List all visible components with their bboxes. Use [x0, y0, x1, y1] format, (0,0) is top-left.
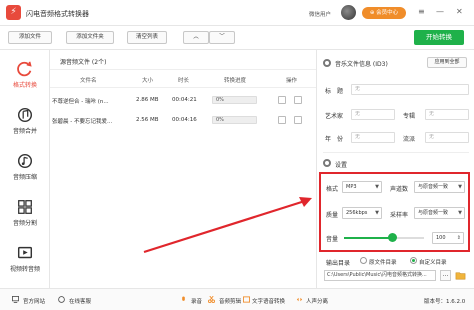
file-duration: 00:04:16 [172, 117, 197, 123]
title-field[interactable]: 无 [351, 84, 469, 95]
radio-custom-dir[interactable] [410, 257, 417, 264]
annotation-arrow-icon [143, 197, 312, 254]
file-size: 2.56 MB [136, 117, 159, 123]
settings-gear-icon [323, 59, 331, 67]
genre-label: 流派 [403, 136, 416, 143]
sidebar: 格式转换 音频合并 音频压缩 音频分割 视频转音频 [0, 50, 50, 288]
add-file-button[interactable]: 添加文件 [8, 31, 52, 44]
sidebar-item-format-convert[interactable]: 格式转换 [0, 54, 50, 98]
file-list-header: 源音频文件 (2个) [50, 50, 316, 70]
file-list-title: 源音频文件 (2个) [60, 59, 107, 66]
tts-icon [243, 296, 250, 303]
column-header: 操作 [286, 78, 298, 84]
apply-all-button[interactable]: 应用到全部 [427, 57, 467, 68]
source-dir-label: 原文件目录 [369, 260, 397, 266]
sidebar-item-label: 格式转换 [12, 82, 37, 89]
microphone-icon [182, 296, 185, 301]
vocal-separation-icon [296, 297, 303, 302]
play-icon[interactable] [278, 96, 286, 104]
settings-icon [323, 159, 331, 167]
artist-label: 艺术家 [325, 113, 344, 120]
column-header: 时长 [178, 78, 190, 84]
move-up-button[interactable]: ︿ [183, 31, 209, 44]
settings-title: 设置 [335, 162, 348, 169]
sidebar-item-label: 音频合并 [12, 128, 37, 135]
scissors-icon [208, 296, 215, 303]
sidebar-item-label: 音频分割 [12, 220, 37, 227]
table-row[interactable]: 不尊逆但合 - 瑞咔 (n... 2.86 MB 00:04:21 0% [50, 90, 316, 110]
column-header: 大小 [142, 78, 154, 84]
monitor-icon [12, 296, 19, 303]
video-icon [17, 246, 33, 259]
year-label: 年 份 [325, 136, 344, 143]
compress-icon [17, 153, 33, 169]
progress-bar: 0% [212, 116, 257, 124]
headset-icon [58, 296, 65, 303]
move-down-button[interactable]: ﹀ [209, 31, 235, 44]
start-convert-button[interactable]: 开始转换 [414, 30, 464, 45]
sidebar-item-label: 视频转音频 [9, 266, 40, 273]
merge-icon [17, 107, 33, 123]
custom-dir-label: 自定义目录 [419, 260, 447, 266]
folder-icon[interactable] [455, 270, 466, 281]
divider [323, 152, 469, 153]
menu-icon[interactable]: ≡ [418, 7, 425, 17]
audio-edit-link[interactable]: 音频剪辑 [219, 297, 241, 305]
column-header: 转换进度 [224, 78, 247, 84]
file-duration: 00:04:21 [172, 97, 197, 103]
refresh-icon [17, 61, 32, 77]
close-icon[interactable]: ✕ [456, 7, 463, 17]
record-link[interactable]: 录音 [191, 297, 202, 305]
file-name: 张碧晨 - 不要忘记我爱... [52, 119, 113, 125]
clear-list-button[interactable]: 清空列表 [127, 31, 167, 44]
file-name: 不尊逆但合 - 瑞咔 (n... [52, 99, 109, 105]
sidebar-item-label: 音频压缩 [12, 174, 37, 181]
table-row[interactable]: 张碧晨 - 不要忘记我爱... 2.56 MB 00:04:16 0% [50, 110, 316, 130]
vip-center-button[interactable]: ⊕ 会员中心 [362, 7, 406, 19]
year-field[interactable]: 无 [351, 132, 395, 143]
minimize-icon[interactable]: — [436, 7, 444, 17]
highlight-box [319, 172, 470, 252]
file-size: 2.86 MB [136, 97, 159, 103]
text-to-speech-link[interactable]: 文字语音转换 [252, 297, 285, 305]
output-path-field[interactable]: C:\Users\Public\Music\闪电音频格式转换... [324, 270, 436, 281]
status-bar: 官方网站 在线客服 录音 音频剪辑 文字语音转换 人声分离 版本号：1.6.2.… [0, 288, 474, 310]
sidebar-item-video-to-audio[interactable]: 视频转音频 [0, 238, 50, 282]
radio-source-dir[interactable] [360, 257, 367, 264]
official-site-link[interactable]: 官方网站 [23, 297, 45, 305]
wechat-user-label[interactable]: 微信用户 [309, 10, 331, 18]
sidebar-item-merge[interactable]: 音频合并 [0, 100, 50, 144]
title-bar: ⚡ 闪电音频格式转换器 微信用户 ⊕ 会员中心 ≡ — ✕ [0, 0, 474, 26]
output-dir-label: 输出目录 [326, 260, 351, 267]
avatar[interactable] [341, 5, 356, 20]
progress-text: 0% [216, 97, 224, 103]
title-label: 标 题 [325, 88, 344, 95]
sidebar-item-split[interactable]: 音频分割 [0, 192, 50, 236]
album-label: 专辑 [403, 113, 416, 120]
id3-info-title: 音乐文件信息 (ID3) [335, 61, 388, 68]
delete-icon[interactable] [294, 96, 302, 104]
app-title: 闪电音频格式转换器 [26, 10, 89, 18]
progress-bar: 0% [212, 96, 257, 104]
add-folder-button[interactable]: 添加文件夹 [66, 31, 114, 44]
delete-icon[interactable] [294, 116, 302, 124]
app-logo-icon: ⚡ [6, 5, 21, 20]
browse-button[interactable]: ... [440, 270, 451, 281]
genre-field[interactable]: 无 [425, 132, 469, 143]
split-icon [18, 200, 32, 214]
settings-panel: 音乐文件信息 (ID3) 应用到全部 标 题 无 艺术家 无 专辑 无 年 份 … [316, 50, 474, 288]
progress-text: 0% [216, 117, 224, 123]
online-service-link[interactable]: 在线客服 [69, 297, 91, 305]
toolbar: 添加文件 添加文件夹 清空列表 ︿ ﹀ 开始转换 [0, 26, 474, 50]
version-label: 版本号：1.6.2.0 [424, 299, 466, 305]
vocal-separation-link[interactable]: 人声分离 [306, 297, 328, 305]
album-field[interactable]: 无 [425, 109, 469, 120]
sidebar-item-compress[interactable]: 音频压缩 [0, 146, 50, 190]
column-header: 文件名 [80, 78, 97, 84]
artist-field[interactable]: 无 [351, 109, 395, 120]
play-icon[interactable] [278, 116, 286, 124]
file-table-header: 文件名 大小 时长 转换进度 操作 [50, 70, 316, 88]
